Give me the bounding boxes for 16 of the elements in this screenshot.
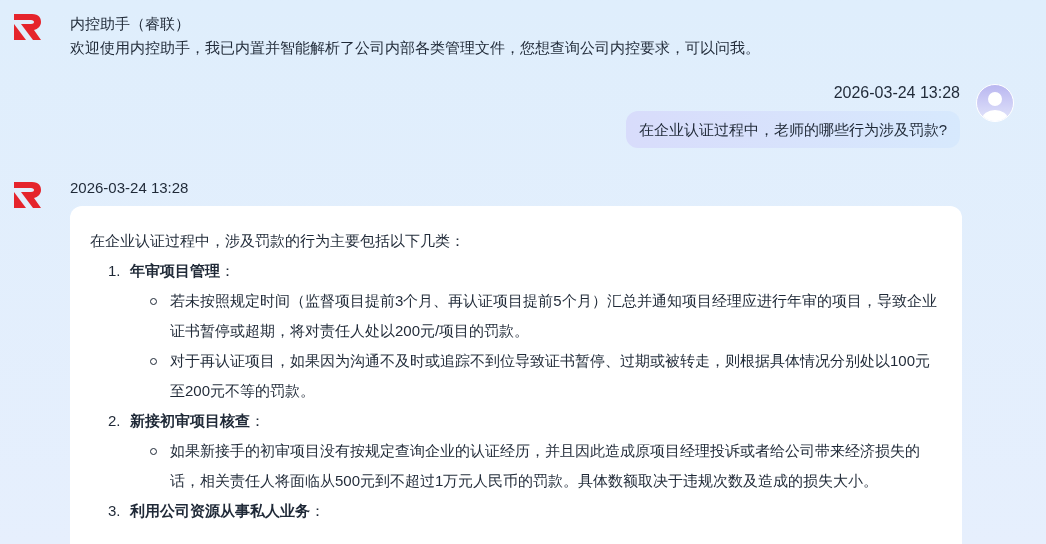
message-text: 欢迎使用内控助手，我已内置并智能解析了公司内部各类管理文件，您想查询公司内控要求，可以问我。 <box>70 38 760 58</box>
answer-intro: 在企业认证过程中，涉及罚款的行为主要包括以下几类： <box>90 231 466 251</box>
avatar-icon <box>976 84 1014 122</box>
sender-name: 内控助手（睿联） <box>70 14 191 34</box>
message-time: 2026-03-24 13:28 <box>833 83 960 103</box>
section-heading: 利用公司资源从事私人业务： <box>130 501 325 521</box>
bullet-text: 若未按照规定时间（监督项目提前3个月、再认证项目提前5个月）汇总并通知项目经理应进行年审的项目，导致企业证书暂停或超期，将对责任人处以200元/项目的罚款。 <box>170 291 938 341</box>
section-heading: 新接初审项目核查： <box>130 411 265 431</box>
bullet-text: 如果新接手的初审项目没有按规定查询企业的认证经历，并且因此造成原项目经理投诉或者给公司带来经济损失的话，相关责任人将面临从500元到不超过1万元人民币的罚款。具体数额取决于违规次数及造成的损失大小。 <box>170 441 921 491</box>
list-number: 1. <box>108 261 122 281</box>
question-bubble: 在企业认证过程中，老师的哪些行为涉及罚款? <box>625 111 960 148</box>
list-number: 3. <box>108 501 122 521</box>
section-heading: 年审项目管理： <box>130 261 235 281</box>
bullet-text: 对于再认证项目，如果因为沟通不及时或追踪不到位导致证书暂停、过期或被转走，则根据具体情况分别处以100元至200元不等的罚款。 <box>170 351 932 401</box>
message-time: 2026-03-24 13:28 <box>70 178 190 198</box>
list-number: 2. <box>108 411 122 431</box>
